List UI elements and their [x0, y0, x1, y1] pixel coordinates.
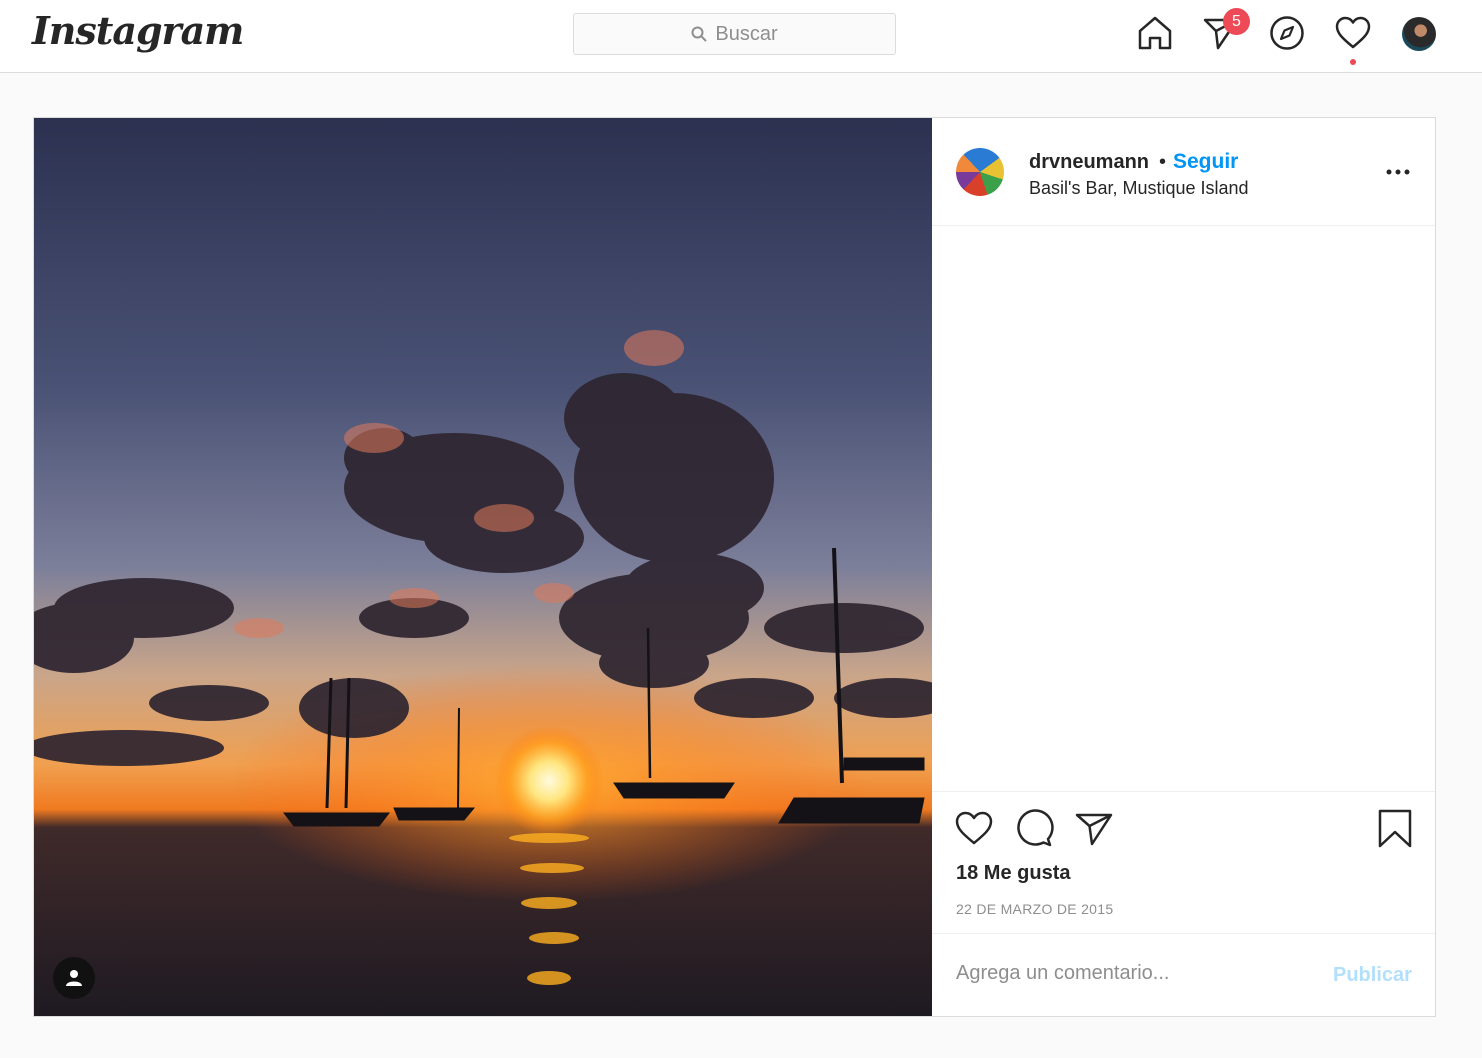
search-icon: [691, 26, 708, 42]
post-actions: 18 Me gusta 22 DE MARZO DE 2015 Publicar: [932, 791, 1435, 1016]
top-nav: Instagram Buscar 5: [0, 0, 1482, 73]
tagged-users-button[interactable]: [53, 957, 95, 999]
like-icon[interactable]: [954, 808, 994, 848]
follow-button[interactable]: Seguir: [1173, 150, 1238, 174]
sunset-photo-image: [34, 118, 932, 1016]
share-icon[interactable]: [1074, 808, 1114, 848]
search-input[interactable]: Buscar: [573, 13, 896, 55]
more-options-icon[interactable]: [1386, 168, 1410, 176]
publish-button[interactable]: Publicar: [1333, 964, 1412, 987]
comment-form: Publicar: [932, 933, 1435, 1017]
instagram-logo[interactable]: Instagram: [32, 8, 244, 53]
save-bookmark-icon[interactable]: [1375, 808, 1415, 848]
search-placeholder: Buscar: [715, 22, 778, 45]
post-photo[interactable]: [34, 118, 932, 1016]
post-author-avatar[interactable]: [956, 148, 1004, 196]
home-icon[interactable]: [1136, 14, 1174, 52]
comment-icon[interactable]: [1014, 808, 1054, 848]
post-location[interactable]: Basil's Bar, Mustique Island: [1029, 178, 1249, 199]
user-icon: [66, 970, 82, 986]
comment-input[interactable]: [956, 962, 1286, 985]
activity-notification-dot: [1350, 59, 1356, 65]
post-side-panel: drvneumann • Seguir Basil's Bar, Mustiqu…: [932, 118, 1435, 1016]
header-separator: •: [1159, 151, 1167, 173]
activity-icon[interactable]: [1334, 14, 1372, 52]
direct-badge: 5: [1223, 8, 1250, 35]
profile-avatar[interactable]: [1402, 17, 1436, 51]
post-card: drvneumann • Seguir Basil's Bar, Mustiqu…: [33, 117, 1436, 1017]
post-username[interactable]: drvneumann: [1029, 151, 1149, 174]
likes-count[interactable]: 18 Me gusta: [956, 862, 1070, 885]
explore-icon[interactable]: [1268, 14, 1306, 52]
post-date: 22 DE MARZO DE 2015: [956, 901, 1114, 917]
post-header: drvneumann • Seguir Basil's Bar, Mustiqu…: [932, 118, 1435, 226]
